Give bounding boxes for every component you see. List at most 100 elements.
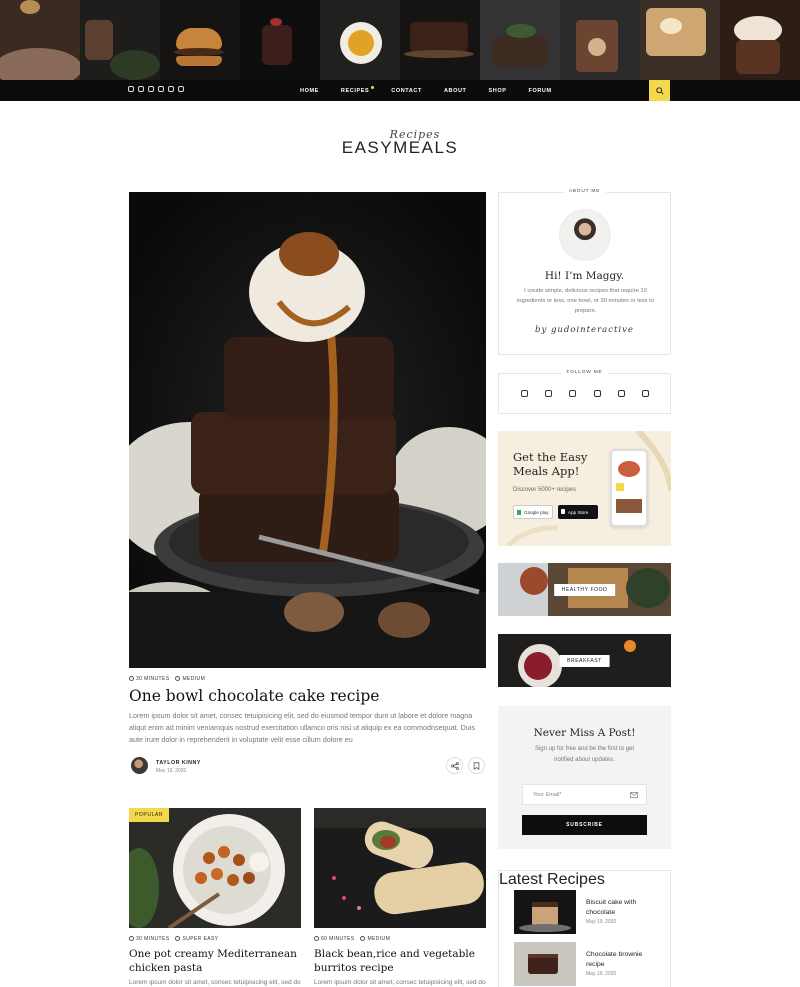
strip-photo-cocoa [0, 0, 80, 80]
pasta-bowl-illustration [129, 808, 301, 928]
hero-excerpt: Lorem ipsum dolor sit amet, consec tetui… [129, 711, 475, 744]
thumbs-up-icon [175, 676, 181, 681]
clock-icon [129, 676, 134, 681]
email-placeholder: Your Email* [533, 792, 562, 798]
newsletter-text: Sign up for free and be the first to get… [534, 746, 635, 763]
strip-photo-cake [240, 0, 320, 80]
hero-difficulty: Medium [175, 676, 205, 682]
nav-about[interactable]: About [444, 88, 467, 94]
google-play-button[interactable]: Google play [513, 505, 553, 519]
card-burrito-difficulty: Medium [360, 936, 390, 942]
facebook-icon[interactable] [569, 390, 577, 397]
latest-recipe-date: May 19, 2020 [586, 919, 617, 925]
category-healthy-food[interactable]: Healthy Food [498, 563, 671, 616]
bookmark-button[interactable] [468, 757, 485, 774]
pinterest-icon[interactable] [158, 86, 164, 92]
card-burrito-difficulty-text: Medium [367, 936, 391, 942]
site-logo[interactable]: Recipes EASYMEALS [0, 128, 800, 158]
strip-photo-marble-cake [560, 0, 640, 80]
search-icon [655, 86, 664, 95]
card-burrito-time: 60 Minutes [314, 936, 354, 942]
card-pasta-excerpt: Lorem ipsum dolor sit amet, consec tetui… [129, 979, 301, 986]
logo-wordmark: EASYMEALS [341, 138, 459, 157]
app-promo-widget[interactable]: Get the Easy Meals App! Discover 5000+ r… [498, 431, 671, 546]
nav-shop[interactable]: Shop [489, 88, 507, 94]
about-signature: by gudointeractive [535, 325, 634, 335]
about-widget-title: About Me [562, 189, 607, 194]
healthy-food-label: Healthy Food [553, 583, 616, 596]
about-greeting: Hi! I’m Maggy. [544, 270, 625, 282]
hero-author-row: Taylor Kinny May 19, 2020 [129, 756, 486, 776]
latest-recipe-title[interactable]: Biscuit cake with chocolate [586, 898, 661, 918]
share-icon [450, 761, 459, 770]
hero-image[interactable] [129, 192, 486, 668]
apple-icon [561, 509, 565, 514]
latest-recipes-title: Latest Recipes [499, 871, 605, 888]
header-photo-strip [0, 0, 800, 80]
header-social-links [128, 86, 184, 92]
main-menu: Home Recipes Contact About Shop Forum [300, 80, 574, 101]
latest-recipe-item[interactable]: Chocolate brownie recipe May 19, 2020 [514, 942, 664, 986]
newsletter-title: Never Miss A Post! [533, 727, 636, 739]
card-burrito-meta: 60 Minutes Medium [314, 936, 390, 942]
mail-icon [630, 792, 638, 798]
google-play-icon [517, 510, 521, 515]
clock-icon [129, 936, 134, 941]
latest-recipe-title[interactable]: Chocolate brownie recipe [586, 950, 661, 970]
strip-photo-cookies [640, 0, 720, 80]
category-breakfast[interactable]: Breakfast [498, 634, 671, 687]
search-button[interactable] [649, 80, 670, 101]
card-pasta-title[interactable]: One pot creamy Mediterranean chicken pas… [129, 947, 301, 975]
twitter-icon[interactable] [138, 86, 144, 92]
app-promo-subtitle: Discover 5000+ recipes [513, 487, 576, 493]
subscribe-button[interactable]: Subscribe [522, 815, 647, 835]
chocolate-brownie-thumbnail [514, 942, 576, 986]
phone-mockup [610, 449, 648, 527]
thumbs-up-icon [360, 936, 366, 941]
strip-photo-soup [320, 0, 400, 80]
recipe-card-burrito-image[interactable] [314, 808, 486, 928]
post-date: May 19, 2020 [156, 768, 187, 774]
nav-recipes-label: Recipes [340, 87, 370, 94]
follow-widget-title: Follow Me [560, 370, 609, 375]
instagram-icon[interactable] [128, 86, 134, 92]
about-text: I create simple, delicious recipes that … [517, 288, 654, 314]
recipe-card-pasta-image[interactable]: Popular [129, 808, 301, 928]
main-navbar: Home Recipes Contact About Shop Forum [0, 80, 800, 101]
author-name[interactable]: Taylor Kinny [156, 760, 201, 766]
hero-time-text: 30 Minutes [136, 676, 170, 682]
nav-forum[interactable]: Forum [529, 88, 552, 94]
app-store-button[interactable]: App Store [558, 505, 598, 519]
hero-time: 30 Minutes [129, 676, 169, 682]
bookmark-icon [473, 761, 480, 770]
newsletter-email-field[interactable]: Your Email* [522, 784, 647, 805]
follow-social-links [521, 390, 649, 397]
pinterest-icon[interactable] [593, 390, 601, 397]
latest-recipe-date: May 19, 2020 [586, 971, 617, 977]
rss-icon[interactable] [617, 390, 625, 397]
youtube-icon[interactable] [178, 86, 184, 92]
nav-home[interactable]: Home [300, 88, 319, 94]
facebook-icon[interactable] [148, 86, 154, 92]
instagram-icon[interactable] [521, 390, 528, 397]
follow-widget: Follow Me [498, 370, 671, 414]
share-button[interactable] [446, 757, 463, 774]
about-avatar [559, 209, 611, 261]
card-burrito-title[interactable]: Black bean,rice and vegetable burritos r… [314, 947, 486, 975]
card-burrito-excerpt: Lorem ipsum dolor sit amet, consec tetui… [314, 979, 486, 986]
latest-recipe-item[interactable]: Biscuit cake with chocolate May 19, 2020 [514, 890, 664, 934]
author-avatar[interactable] [131, 757, 148, 774]
hero-title[interactable]: One bowl chocolate cake recipe [129, 686, 486, 706]
rss-icon[interactable] [168, 86, 174, 92]
latest-recipes-widget: Latest Recipes Biscuit cake with chocola… [498, 870, 671, 987]
nav-contact[interactable]: Contact [391, 88, 422, 94]
strip-photo-chocolate-cake [400, 0, 480, 80]
nav-recipes[interactable]: Recipes [340, 85, 375, 94]
clock-icon [314, 936, 319, 941]
card-burrito-time-text: 60 Minutes [321, 936, 355, 942]
youtube-icon[interactable] [641, 390, 649, 397]
about-widget: About Me Hi! I’m Maggy. I create simple,… [498, 189, 671, 355]
strip-photo-tart [480, 0, 560, 80]
biscuit-cake-thumbnail [514, 890, 576, 934]
twitter-icon[interactable] [545, 390, 553, 397]
